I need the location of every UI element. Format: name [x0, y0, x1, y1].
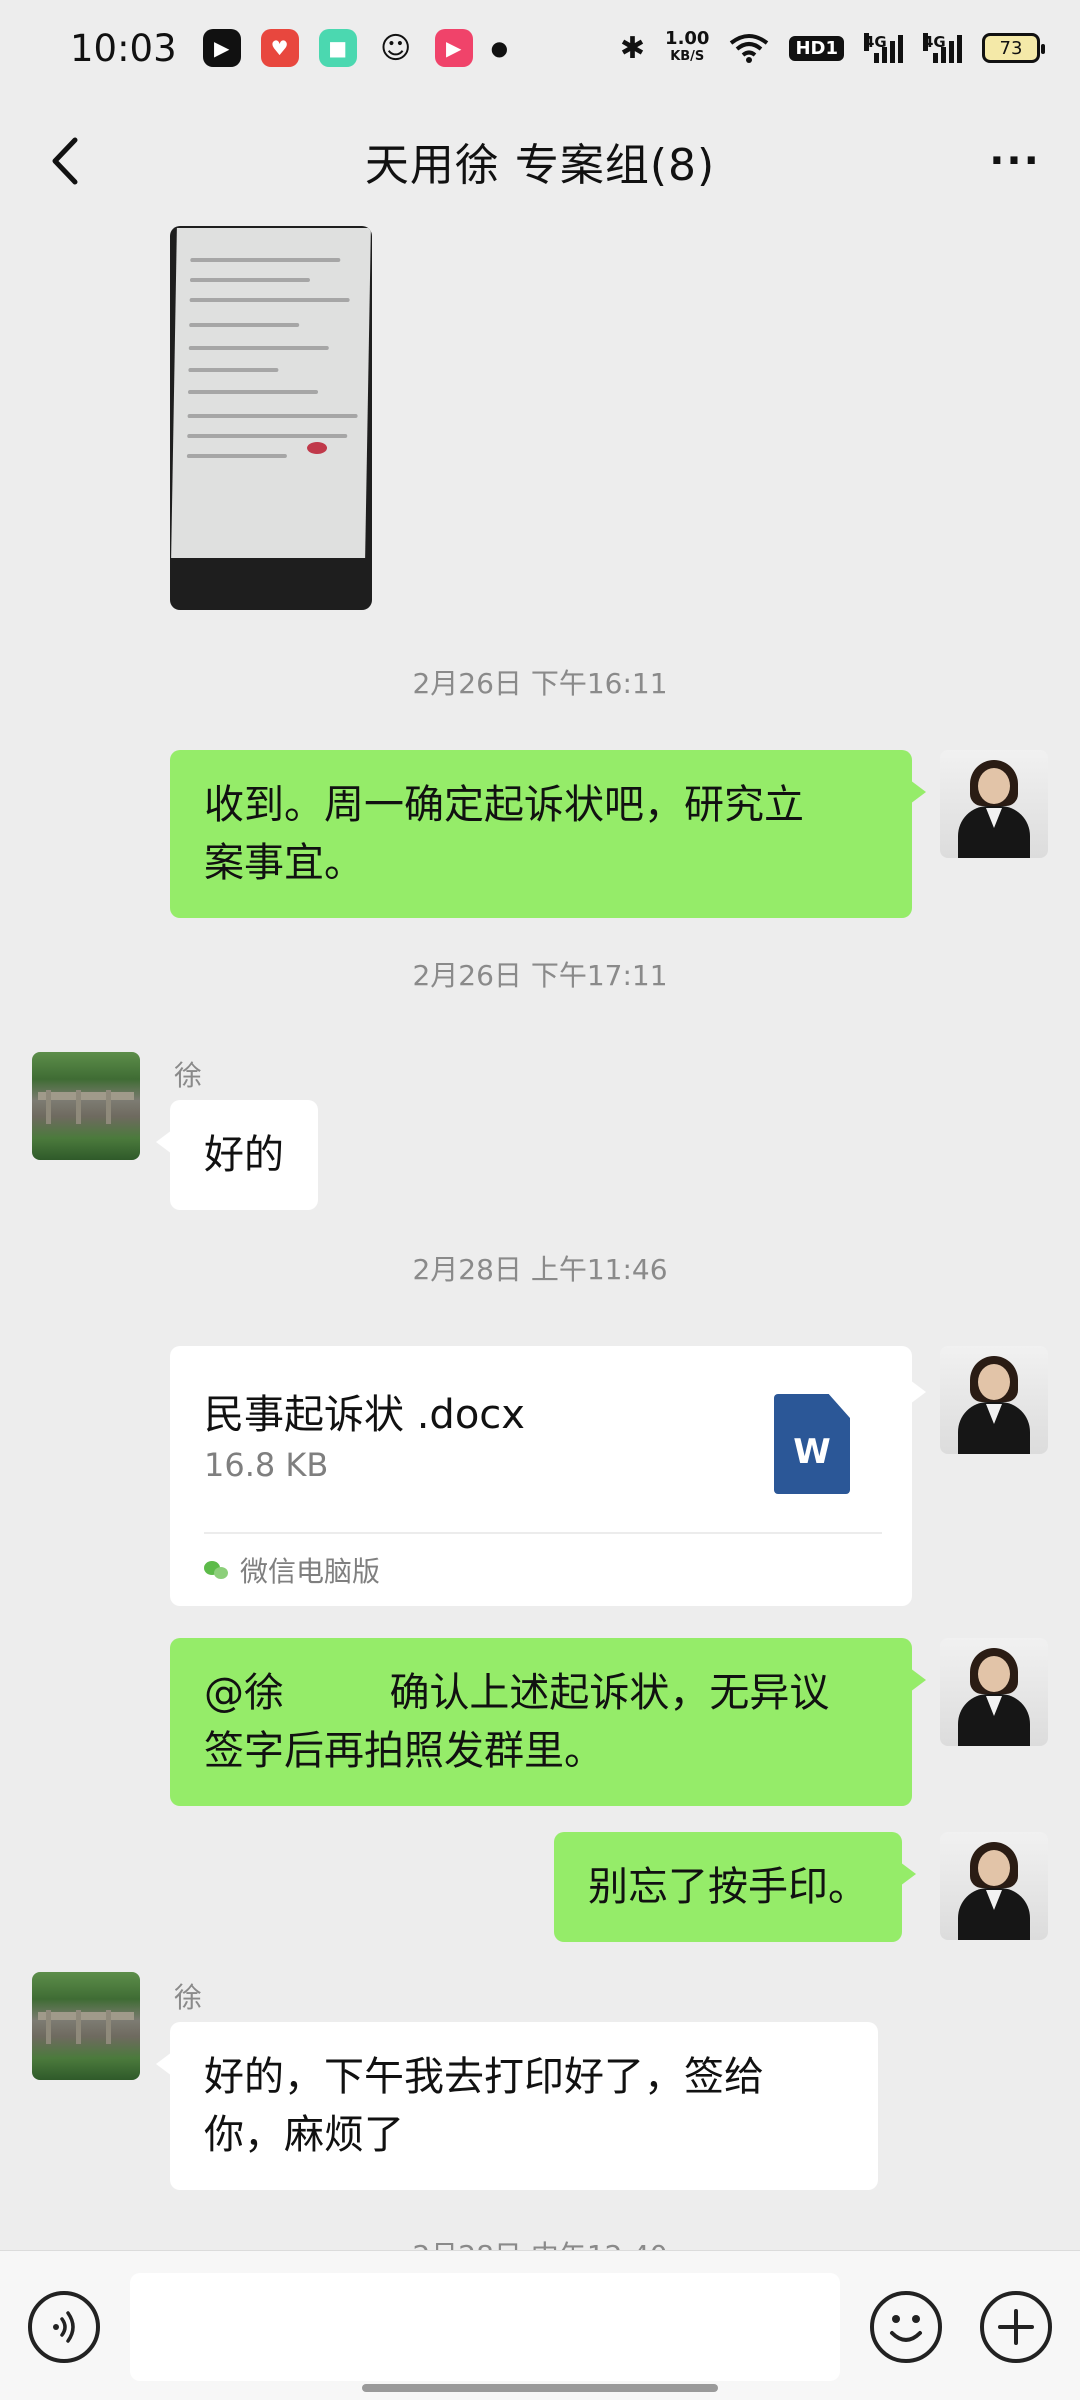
status-time: 10:03: [70, 26, 177, 70]
incoming-message-bubble[interactable]: 好的，下午我去打印好了，签给 你，麻烦了: [156, 2022, 878, 2190]
app-notification-icon: ▶: [202, 29, 241, 67]
emoji-button[interactable]: [870, 2291, 942, 2363]
signal-icon: 4G: [923, 33, 962, 63]
my-avatar[interactable]: [940, 750, 1048, 858]
hd-badge: HD1: [789, 35, 844, 61]
plus-icon: [998, 2309, 1034, 2345]
file-source-label: 微信电脑版: [240, 1555, 381, 1588]
outgoing-message-bubble[interactable]: 别忘了按手印。: [554, 1832, 916, 1942]
network-speed-unit: KB/S: [670, 49, 705, 64]
word-icon-letter: W: [793, 1432, 831, 1472]
chat-header: 天用徐 专案组(8) ···: [0, 96, 1080, 226]
message-text: 好的，下午我去打印好了，签给: [204, 2054, 764, 2100]
message-timestamp: 2月28日 中午12:40: [0, 2234, 1080, 2250]
app-notification-icon: ♥: [260, 29, 299, 67]
network-speed: 1.00 KB/S: [665, 30, 709, 66]
more-dots-icon: ···: [989, 138, 1041, 184]
bluetooth-icon: ✱: [619, 30, 646, 66]
mention-tag[interactable]: @徐: [204, 1670, 284, 1716]
file-source: 微信电脑版: [204, 1550, 380, 1590]
voice-button[interactable]: [28, 2291, 100, 2363]
my-avatar[interactable]: [940, 1638, 1048, 1746]
contact-avatar[interactable]: [32, 1052, 140, 1160]
more-button[interactable]: ···: [980, 126, 1050, 196]
chevron-left-icon: [52, 137, 78, 185]
divider: [204, 1532, 882, 1534]
message-input[interactable]: [130, 2273, 840, 2381]
input-bar: [0, 2250, 1080, 2400]
my-avatar[interactable]: [940, 1346, 1048, 1454]
message-timestamp: 2月26日 下午17:11: [412, 959, 668, 992]
status-bar: 10:03 ▶ ♥ ■ ☺ ▶ ● ✱ 1.00 KB/S HD1 4G 4G …: [0, 0, 1080, 96]
wifi-icon: [730, 34, 769, 63]
message-text: 你，麻烦了: [204, 2112, 404, 2158]
message-text: 案事宜。: [204, 840, 364, 886]
wechat-icon: [204, 1559, 230, 1581]
message-timestamp: 2月26日 下午16:11: [412, 667, 668, 700]
home-indicator[interactable]: [362, 2384, 718, 2392]
message-text: 别忘了按手印。: [588, 1864, 868, 1910]
file-size: 16.8 KB: [204, 1446, 329, 1484]
file-name: 民事起诉状 .docx: [204, 1392, 525, 1438]
photo-message[interactable]: [170, 226, 372, 610]
notification-icons: ▶ ♥ ■ ☺ ▶: [202, 29, 473, 67]
message-text: 确认上述起诉状，无异议: [389, 1670, 830, 1716]
my-avatar[interactable]: [940, 1832, 1048, 1940]
message-timestamp: 2月28日 上午11:46: [412, 1253, 668, 1286]
red-stamp: [306, 442, 328, 454]
message-text: 好的: [204, 1132, 284, 1178]
app-notification-icon: ■: [318, 29, 357, 67]
network-speed-value: 1.00: [665, 28, 710, 49]
chat-title: 天用徐 专案组(8): [364, 140, 716, 191]
video-notification-icon: ▶: [434, 29, 473, 67]
network-type-label: 4G: [923, 33, 946, 51]
message-text: 签字后再拍照发群里。: [204, 1728, 604, 1774]
contact-avatar[interactable]: [32, 1972, 140, 2080]
outgoing-message-bubble[interactable]: 收到。周一确定起诉状吧，研究立 案事宜。: [170, 750, 926, 918]
signal-icon: 4G: [864, 33, 903, 63]
sender-name: 徐: [174, 1059, 203, 1092]
incoming-message-bubble[interactable]: 好的: [156, 1100, 318, 1210]
system-indicators: ✱ 1.00 KB/S HD1 4G 4G 73: [619, 30, 1045, 66]
document-photo: [171, 228, 371, 558]
battery-icon: 73: [982, 33, 1045, 63]
emoji-icon: [890, 2315, 922, 2342]
message-text: 收到。周一确定起诉状吧，研究立: [204, 782, 804, 828]
file-message-card[interactable]: 民事起诉状 .docx 16.8 KB W 微信电脑版: [170, 1346, 926, 1606]
battery-level: 73: [999, 37, 1023, 59]
chat-area[interactable]: 2月26日 下午16:11 收到。周一确定起诉状吧，研究立 案事宜。 2月26日…: [0, 226, 1080, 2250]
back-button[interactable]: [30, 126, 100, 196]
sender-name: 徐: [174, 1981, 203, 2014]
more-actions-button[interactable]: [980, 2291, 1052, 2363]
word-document-icon: W: [774, 1394, 850, 1494]
network-type-label: 4G: [864, 33, 887, 51]
more-notifications-dot: ●: [490, 36, 509, 60]
voice-icon: [53, 2311, 75, 2343]
chat-notification-icon: ☺: [380, 30, 412, 66]
outgoing-message-bubble[interactable]: @徐 确认上述起诉状，无异议 签字后再拍照发群里。: [170, 1638, 926, 1806]
